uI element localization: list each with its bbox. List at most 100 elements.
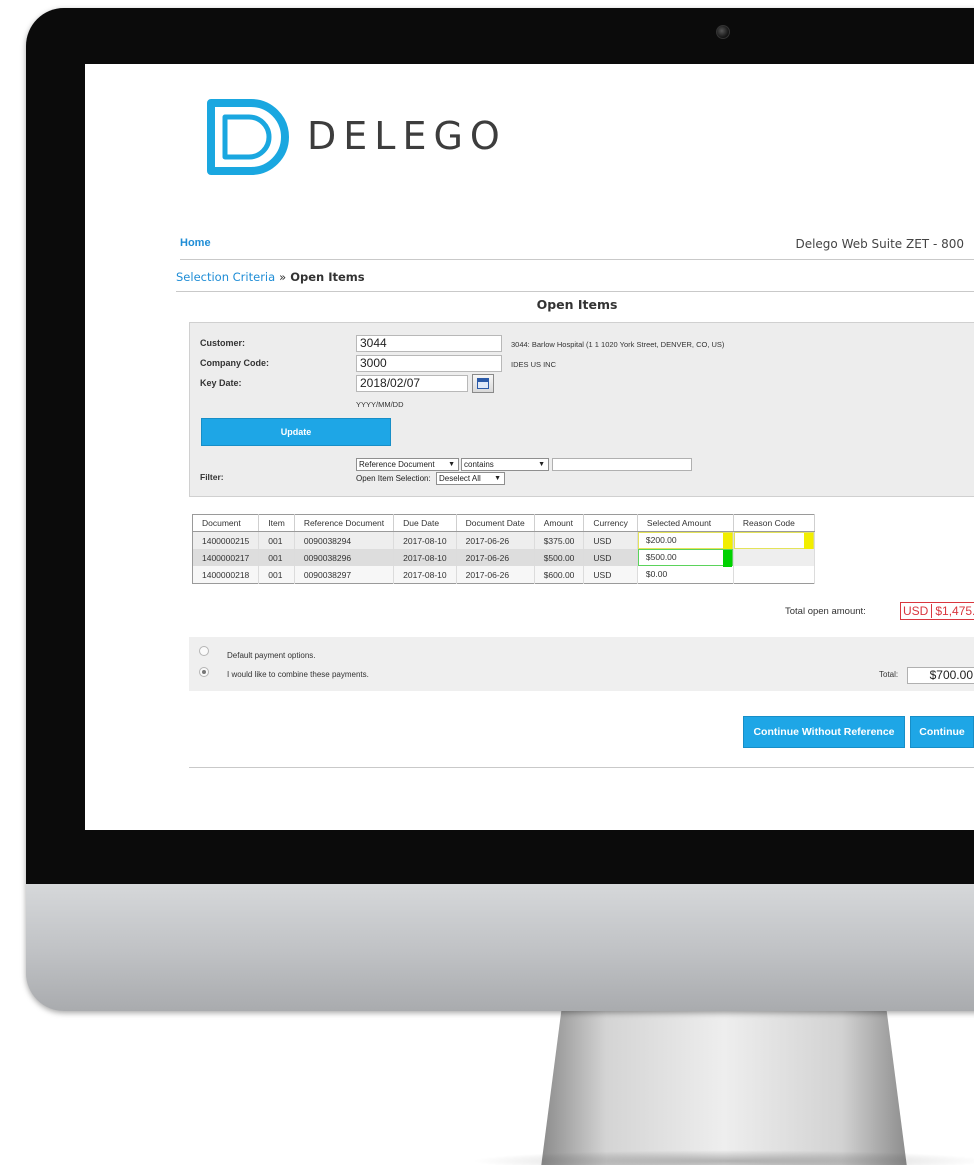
combine-payments-label: I would like to combine these payments. — [227, 670, 369, 679]
key-date-input[interactable]: 2018/02/07 — [356, 375, 468, 392]
cell-due-date: 2017-08-10 — [393, 531, 457, 549]
validation-flag — [803, 533, 813, 550]
filter-value-input[interactable] — [552, 458, 692, 471]
suite-label: Delego Web Suite ZET - 800 — [795, 237, 964, 251]
selected-amount-value: $200.00 — [645, 535, 677, 545]
selected-amount-input[interactable]: $200.00 — [637, 532, 733, 550]
cell-due-date: 2017-08-10 — [393, 566, 457, 584]
open-item-selection-select[interactable]: Deselect All ▼ — [436, 472, 505, 485]
cell-document: 1400000218 — [192, 566, 260, 584]
calendar-button[interactable] — [472, 374, 494, 393]
cell-reference-document: 0090038294 — [294, 531, 395, 549]
divider — [189, 767, 974, 768]
cell-document: 1400000215 — [192, 531, 260, 549]
customer-label: Customer: — [200, 338, 246, 348]
cell-document-date: 2017-06-26 — [456, 531, 535, 549]
reason-code-cell — [733, 531, 815, 550]
update-button[interactable]: Update — [201, 418, 391, 446]
selected-amount-cell: $500.00 — [637, 549, 734, 567]
table-row[interactable]: 1400000215 001 0090038294 2017-08-10 201… — [192, 531, 815, 550]
column-header[interactable]: Reference Document — [294, 514, 395, 532]
home-link[interactable]: Home — [180, 237, 211, 249]
stand-shadow — [470, 1150, 974, 1165]
total-open-value: $1,475.00 — [935, 604, 974, 618]
reason-code-cell — [733, 566, 815, 584]
table-row[interactable]: 1400000218 001 0090038297 2017-08-10 201… — [192, 566, 815, 584]
monitor-chin — [26, 884, 974, 1011]
validation-flag — [722, 550, 732, 567]
validation-flag — [722, 533, 732, 550]
selection-criteria-panel: Customer: 3044 3044: Barlow Hospital (1 … — [189, 322, 974, 497]
selected-amount-value: $500.00 — [645, 552, 677, 562]
reason-code-input[interactable] — [733, 532, 814, 550]
breadcrumb-current: Open Items — [290, 270, 365, 284]
total-label: Total: — [879, 670, 899, 679]
column-header[interactable]: Currency — [583, 514, 638, 532]
column-header[interactable]: Reason Code — [733, 514, 815, 532]
table-header-row: Document Item Reference Document Due Dat… — [192, 514, 815, 532]
filter-field-value: Reference Document — [359, 460, 435, 469]
cell-reference-document: 0090038297 — [294, 566, 395, 584]
selected-amount-cell: $0.00 — [637, 566, 734, 584]
breadcrumb: Selection Criteria » Open Items — [176, 270, 974, 292]
top-nav: Home Delego Web Suite ZET - 800 — [180, 234, 974, 260]
cell-currency: USD — [583, 549, 638, 566]
cell-amount: $600.00 — [534, 566, 585, 584]
default-payment-radio[interactable] — [199, 646, 209, 656]
open-item-selection-label: Open Item Selection: — [356, 474, 431, 483]
total-open-amount: USD$1,475.00 — [900, 602, 974, 620]
column-header[interactable]: Due Date — [393, 514, 457, 532]
selected-amount-input[interactable]: $500.00 — [637, 549, 733, 567]
customer-input[interactable]: 3044 — [356, 335, 502, 352]
delego-logo-icon — [207, 99, 289, 175]
table-row[interactable]: 1400000217 001 0090038296 2017-08-10 201… — [192, 549, 815, 567]
payment-options-panel: Default payment options. I would like to… — [189, 637, 974, 691]
cell-amount: $375.00 — [534, 531, 585, 549]
reason-code-cell — [733, 549, 815, 566]
company-code-label: Company Code: — [200, 358, 270, 368]
total-open-amount-label: Total open amount: — [785, 606, 866, 617]
page-title: Open Items — [536, 297, 618, 312]
total-input[interactable]: $700.00 — [907, 667, 974, 684]
continue-without-reference-button[interactable]: Continue Without Reference — [743, 716, 905, 748]
cell-item: 001 — [258, 531, 295, 549]
company-code-description: IDES US INC — [511, 360, 557, 369]
breadcrumb-selection-criteria[interactable]: Selection Criteria — [176, 270, 275, 284]
open-items-table: Document Item Reference Document Due Dat… — [192, 514, 815, 584]
cell-document: 1400000217 — [192, 549, 260, 566]
app-screen: DELEGO Home Delego Web Suite ZET - 800 S… — [85, 64, 974, 830]
open-item-selection-value: Deselect All — [439, 474, 481, 483]
cell-due-date: 2017-08-10 — [393, 549, 457, 566]
filter-field-select[interactable]: Reference Document ▼ — [356, 458, 459, 471]
selected-amount-value: $0.00 — [645, 569, 668, 579]
continue-button[interactable]: Continue — [910, 716, 974, 748]
column-header[interactable]: Document — [192, 514, 260, 532]
cell-reference-document: 0090038296 — [294, 549, 395, 566]
cell-item: 001 — [258, 566, 295, 584]
column-header[interactable]: Document Date — [456, 514, 535, 532]
combine-payments-radio[interactable] — [199, 667, 209, 677]
default-payment-label: Default payment options. — [227, 651, 316, 660]
cell-amount: $500.00 — [534, 549, 585, 566]
calendar-icon — [477, 378, 489, 389]
chevron-down-icon: ▼ — [538, 461, 545, 468]
cell-document-date: 2017-06-26 — [456, 566, 535, 584]
breadcrumb-separator: » — [279, 270, 287, 284]
brand-name: DELEGO — [307, 114, 507, 158]
key-date-label: Key Date: — [200, 378, 242, 388]
total-open-currency: USD — [903, 604, 933, 618]
filter-label: Filter: — [200, 472, 224, 482]
date-format-hint: YYYY/MM/DD — [356, 400, 404, 409]
selected-amount-cell: $200.00 — [637, 531, 734, 550]
column-header[interactable]: Item — [258, 514, 295, 532]
filter-operator-value: contains — [464, 460, 494, 469]
filter-operator-select[interactable]: contains ▼ — [461, 458, 549, 471]
column-header[interactable]: Selected Amount — [637, 514, 734, 532]
column-header[interactable]: Amount — [534, 514, 585, 532]
chevron-down-icon: ▼ — [448, 461, 455, 468]
selected-amount-input[interactable]: $0.00 — [638, 566, 733, 583]
chevron-down-icon: ▼ — [494, 475, 501, 482]
cell-document-date: 2017-06-26 — [456, 549, 535, 566]
cell-item: 001 — [258, 549, 295, 566]
company-code-input[interactable]: 3000 — [356, 355, 502, 372]
